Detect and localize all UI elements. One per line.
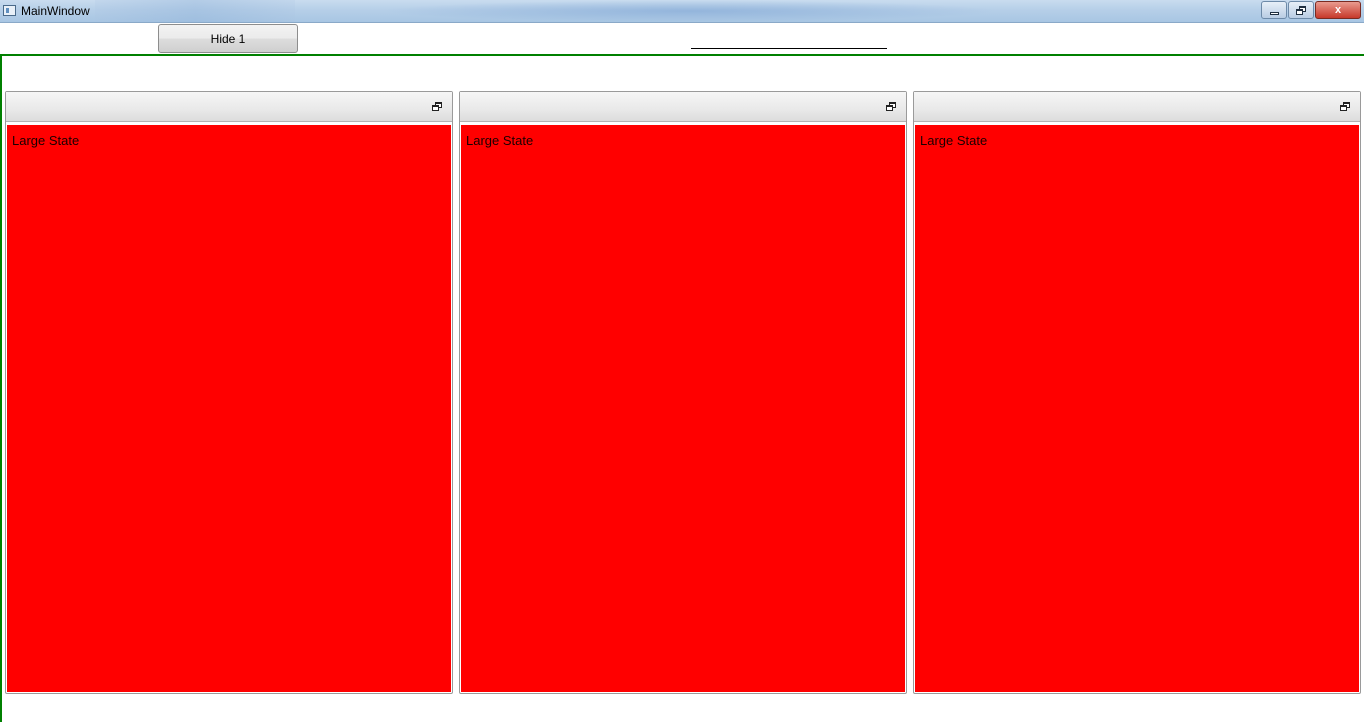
titlebar-glass-reflection-left: [95, 0, 295, 22]
minimize-icon: [1269, 12, 1279, 15]
panel-3: Large State: [913, 91, 1361, 694]
panel-2-header: [460, 92, 906, 122]
main-window: MainWindow x Hide 1 Large State Large St…: [0, 0, 1364, 722]
restore-window-icon: [1296, 5, 1306, 15]
panel-1-body: Large State: [7, 125, 451, 692]
panel-3-state-label: Large State: [920, 133, 988, 148]
toolbar: Hide 1: [0, 23, 1364, 55]
close-button[interactable]: x: [1315, 1, 1361, 19]
hide-1-button[interactable]: Hide 1: [158, 24, 298, 53]
panel-2-state-label: Large State: [466, 133, 534, 148]
panel-3-body: Large State: [915, 125, 1359, 692]
panel-3-restore-icon[interactable]: [1340, 102, 1351, 112]
window-title: MainWindow: [21, 4, 90, 18]
restore-window-button[interactable]: [1288, 1, 1314, 19]
panel-1-header: [6, 92, 452, 122]
panel-2: Large State: [459, 91, 907, 694]
minimize-button[interactable]: [1261, 1, 1287, 19]
panel-2-restore-icon[interactable]: [886, 102, 897, 112]
title-bar[interactable]: MainWindow x: [0, 0, 1364, 23]
close-icon: x: [1334, 4, 1342, 16]
toolbar-underline: [691, 48, 887, 49]
panel-1: Large State: [5, 91, 453, 694]
panel-1-state-label: Large State: [12, 133, 80, 148]
app-window-icon[interactable]: [3, 5, 16, 16]
panel-1-restore-icon[interactable]: [432, 102, 443, 112]
panel-3-header: [914, 92, 1360, 122]
panel-2-body: Large State: [461, 125, 905, 692]
titlebar-glass-reflection: [380, 0, 1000, 22]
